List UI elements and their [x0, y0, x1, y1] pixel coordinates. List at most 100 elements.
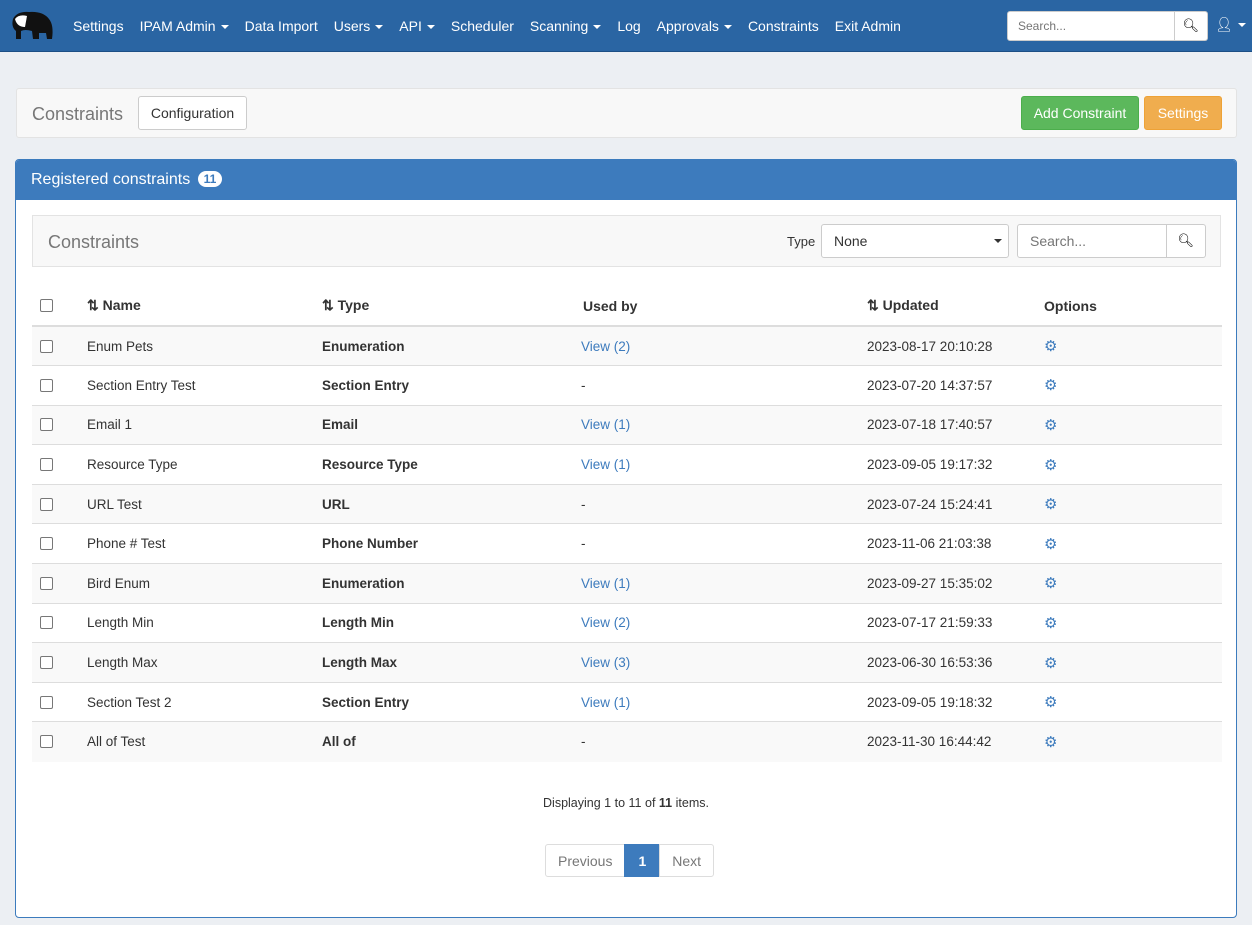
constraint-type: Resource Type [322, 444, 581, 485]
gear-icon[interactable]: ⚙ [1044, 575, 1057, 592]
table-search-button[interactable]: 🔍︎ [1167, 224, 1206, 258]
row-checkbox[interactable] [40, 735, 53, 749]
sort-type-header[interactable]: ⇅ Type [322, 286, 581, 327]
updated-time: 2023-09-05 19:18:32 [867, 681, 1044, 722]
constraint-name: Enum Pets [87, 325, 322, 366]
gear-icon[interactable]: ⚙ [1044, 694, 1057, 711]
nav-item-data-import[interactable]: Data Import [237, 18, 326, 34]
gear-icon[interactable]: ⚙ [1044, 496, 1057, 513]
nav-item-scheduler[interactable]: Scheduler [443, 18, 522, 34]
row-checkbox[interactable] [40, 656, 53, 670]
search-icon: 🔍︎ [1182, 18, 1200, 33]
view-usage-link[interactable]: View (1) [581, 695, 630, 710]
table-row: Length Max Length Max View (3) 2023-06-30 1… [32, 642, 1222, 683]
row-checkbox[interactable] [40, 458, 53, 472]
gear-icon[interactable]: ⚙ [1044, 734, 1057, 751]
previous-page-button[interactable]: Previous [545, 844, 626, 877]
page-1-button[interactable]: 1 [624, 844, 661, 877]
elephant-logo-icon[interactable] [7, 9, 57, 43]
gear-icon[interactable]: ⚙ [1044, 655, 1057, 672]
chevron-down-icon [994, 239, 1002, 243]
nav-item-approvals[interactable]: Approvals [649, 18, 740, 34]
nav-item-scanning[interactable]: Scanning [522, 18, 609, 34]
type-select[interactable]: None [821, 224, 1009, 258]
constraint-name: Section Entry Test [87, 365, 322, 406]
updated-time: 2023-09-27 15:35:02 [867, 563, 1044, 604]
constraint-type: Section Entry [322, 681, 581, 722]
settings-button[interactable]: Settings [1144, 96, 1222, 130]
nav-search: 🔍︎ [1007, 11, 1208, 41]
select-all-checkbox[interactable] [40, 299, 53, 312]
constraint-type: URL [322, 483, 581, 524]
nav-search-button[interactable]: 🔍︎ [1175, 11, 1208, 41]
table-row: Bird Enum Enumeration View (1) 2023-09-27 1… [32, 563, 1222, 604]
constraint-name: Phone # Test [87, 523, 322, 564]
constraint-type: Enumeration [322, 563, 581, 604]
row-checkbox[interactable] [40, 616, 53, 630]
nav-item-exit-admin[interactable]: Exit Admin [827, 18, 909, 34]
user-menu[interactable]: 👤︎ [1215, 16, 1246, 33]
nav-item-log[interactable]: Log [609, 18, 648, 34]
updated-time: 2023-07-20 14:37:57 [867, 365, 1044, 406]
nav-item-api[interactable]: API [391, 18, 443, 34]
row-checkbox[interactable] [40, 378, 53, 392]
view-usage-link[interactable]: View (1) [581, 417, 630, 432]
row-checkbox[interactable] [40, 339, 53, 353]
view-usage-link[interactable]: View (1) [581, 576, 630, 591]
constraints-table: ⇅ Name ⇅ Type Used by ⇅ Updated Options … [32, 286, 1222, 762]
used-by: - [581, 734, 586, 750]
used-by: - [581, 496, 586, 512]
nav-search-input[interactable] [1007, 11, 1175, 41]
page-title: Constraints [32, 104, 124, 124]
configuration-button[interactable]: Configuration [138, 96, 247, 130]
search-icon: 🔍︎ [1177, 233, 1195, 248]
top-navbar: Settings IPAM Admin Data Import Users API Sch… [0, 0, 1252, 52]
gear-icon[interactable]: ⚙ [1044, 615, 1057, 632]
used-by: - [581, 536, 586, 552]
constraint-name: URL Test [87, 483, 322, 524]
constraint-name: Email 1 [87, 404, 322, 445]
toolbar-title: Constraints [48, 232, 140, 252]
nav-item-constraints[interactable]: Constraints [740, 18, 827, 34]
row-checkbox[interactable] [40, 418, 53, 432]
view-usage-link[interactable]: View (2) [581, 615, 630, 630]
gear-icon[interactable]: ⚙ [1044, 377, 1057, 394]
table-search-input[interactable] [1017, 224, 1167, 258]
nav-item-ipam-admin[interactable]: IPAM Admin [132, 18, 237, 34]
table-row: Length Min Length Min View (2) 2023-07-17 2… [32, 602, 1222, 643]
row-checkbox[interactable] [40, 497, 53, 511]
header-label: Name [102, 297, 141, 313]
pagination-info: Displaying 1 to 11 of 11 items. [543, 796, 709, 810]
constraint-type: All of [322, 721, 581, 762]
gear-icon[interactable]: ⚙ [1044, 417, 1057, 434]
constraint-type: Email [322, 404, 581, 445]
gear-icon[interactable]: ⚙ [1044, 457, 1057, 474]
caret-down-icon [723, 24, 732, 29]
row-checkbox[interactable] [40, 695, 53, 709]
add-constraint-button[interactable]: Add Constraint [1021, 96, 1139, 130]
constraint-type: Enumeration [322, 325, 581, 366]
view-usage-link[interactable]: View (1) [581, 457, 630, 472]
row-checkbox[interactable] [40, 576, 53, 590]
gear-icon[interactable]: ⚙ [1044, 338, 1057, 355]
sort-name-header[interactable]: ⇅ Name [87, 286, 322, 327]
pagination: Previous 1 Next [545, 844, 715, 877]
view-usage-link[interactable]: View (3) [581, 655, 630, 670]
table-row: URL Test URL - 2023-07-24 15:24:41 ⚙ [32, 483, 1222, 524]
constraint-name: Length Min [87, 602, 322, 643]
view-usage-link[interactable]: View (2) [581, 339, 630, 354]
panel-title: Registered constraints [31, 171, 191, 188]
table-search: 🔍︎ [1017, 224, 1206, 258]
row-checkbox[interactable] [40, 537, 53, 551]
constraint-name: Bird Enum [87, 563, 322, 604]
next-page-button[interactable]: Next [659, 844, 715, 877]
gear-icon[interactable]: ⚙ [1044, 536, 1057, 553]
updated-time: 2023-08-17 20:10:28 [867, 325, 1044, 366]
nav-item-settings[interactable]: Settings [65, 18, 132, 34]
type-label: Type [787, 234, 816, 249]
table-row: Section Entry Test Section Entry - 2023-07-… [32, 365, 1222, 406]
registered-constraints-panel: Registered constraints 11 Constraints Ty… [15, 159, 1237, 918]
type-select-value: None [834, 233, 868, 249]
sort-updated-header[interactable]: ⇅ Updated [867, 286, 1044, 327]
nav-item-users[interactable]: Users [326, 18, 392, 34]
